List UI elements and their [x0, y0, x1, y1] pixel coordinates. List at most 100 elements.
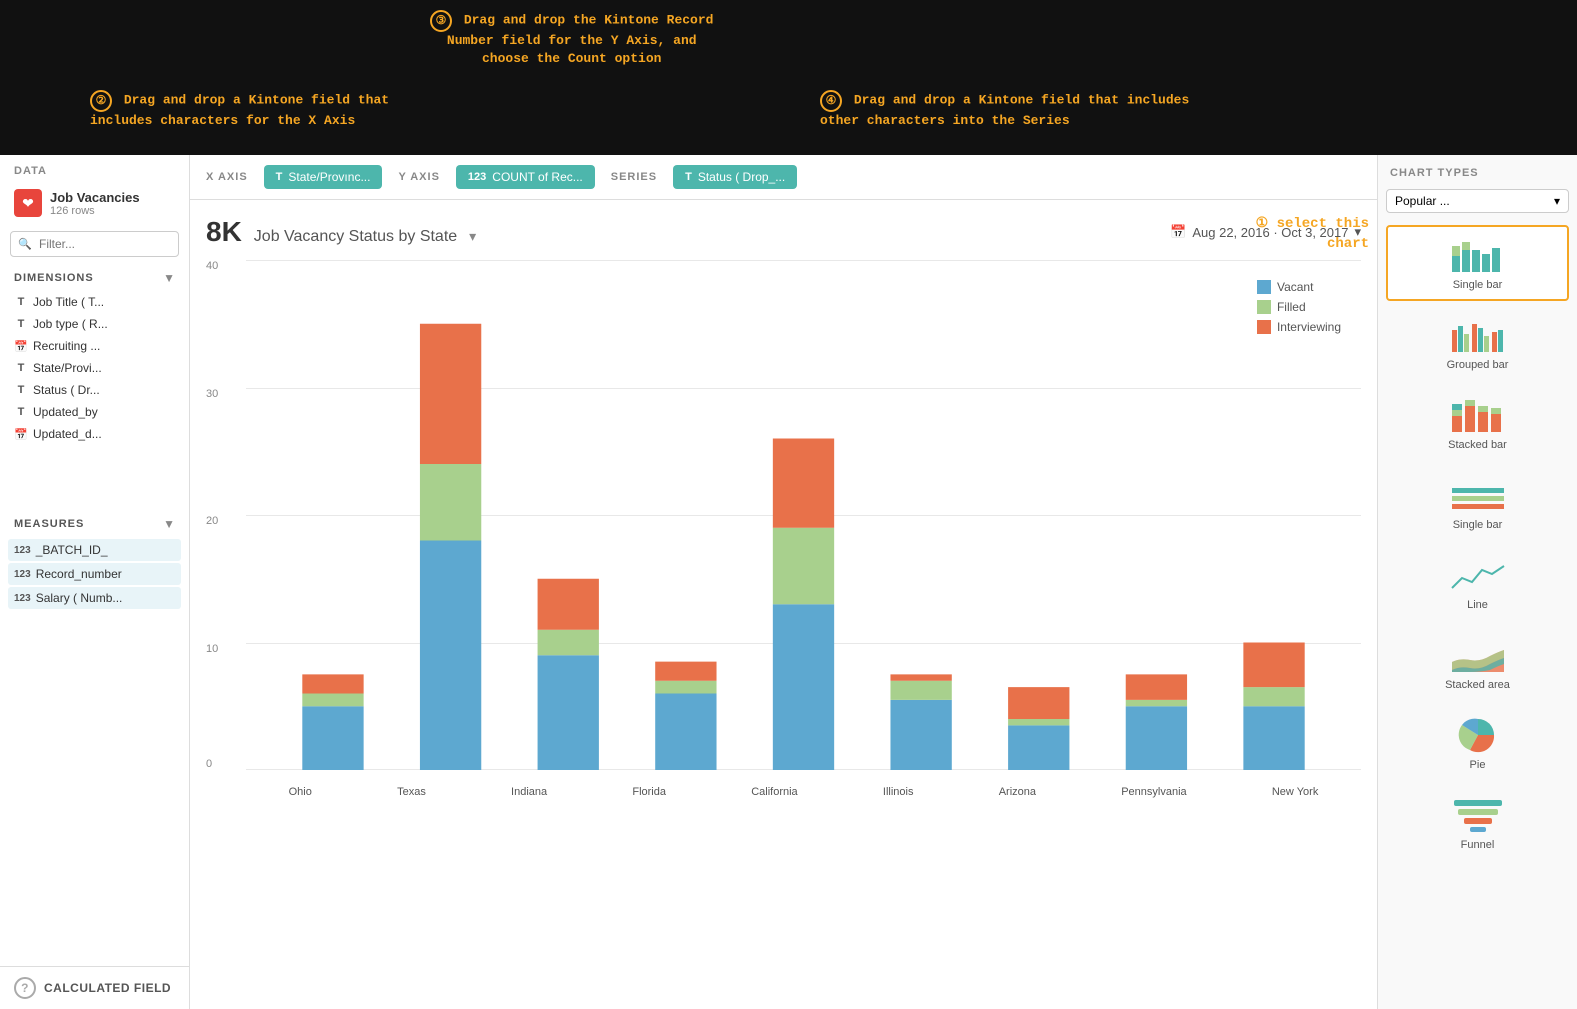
chart-type-filter[interactable]: Popular ... ▾ [1386, 189, 1569, 213]
dimensions-header: DIMENSIONS ▼ [0, 263, 189, 289]
chart-type-single-bar[interactable]: Single bar [1386, 225, 1569, 301]
single-bar2-label: Single bar [1453, 519, 1503, 531]
y-axis-pill[interactable]: 123 COUNT of Rec... [456, 165, 595, 189]
field-job-title[interactable]: T Job Title ( T... [8, 291, 181, 313]
stacked-bar-icon [1450, 395, 1506, 435]
x-axis-value: State/Provınc... [288, 170, 370, 184]
main-content: DATA ❤ Job Vacancies 126 rows DIMENSIONS… [0, 155, 1577, 1009]
measure-record-number[interactable]: 123 Record_number [8, 563, 181, 585]
filter-input[interactable] [10, 231, 179, 257]
field-updated-d[interactable]: 📅 Updated_d... [8, 423, 181, 445]
chart-type-grouped-bar[interactable]: Grouped bar [1386, 305, 1569, 381]
calculated-field-button[interactable]: ? CALCULATED FIELD [0, 966, 189, 1009]
chart-type-single-bar2[interactable]: Single bar [1386, 465, 1569, 541]
y-label-30: 30 [206, 388, 218, 400]
chart-title-dropdown[interactable]: ▾ [469, 228, 476, 245]
x-axis-label: X AXIS [206, 171, 248, 183]
y-axis-icon: 123 [468, 171, 486, 183]
field-status[interactable]: T Status ( Dr... [8, 379, 181, 401]
chart-date[interactable]: 📅 Aug 22, 2016 · Oct 3, 2017 ▾ [1170, 224, 1361, 240]
chart-title-area: 8K Job Vacancy Status by State ▾ [206, 216, 476, 248]
y-label-20: 20 [206, 515, 218, 527]
series-icon: T [685, 171, 692, 183]
date-range: Aug 22, 2016 · Oct 3, 2017 [1192, 225, 1348, 240]
series-pill[interactable]: T Status ( Drop_... [673, 165, 797, 189]
dimensions-toggle[interactable]: ▼ [163, 271, 175, 285]
measure-batch-id[interactable]: 123 _BATCH_ID_ [8, 539, 181, 561]
series-label: SERIES [611, 171, 657, 183]
data-source-info: Job Vacancies 126 rows [50, 190, 140, 217]
calculated-field-label: CALCULATED FIELD [44, 981, 171, 995]
field-label: Status ( Dr... [33, 383, 100, 397]
pie-label: Pie [1470, 759, 1486, 771]
field-label: Updated_d... [33, 427, 102, 441]
field-label: Job type ( R... [33, 317, 108, 331]
legend-label-filled: Filled [1277, 300, 1306, 314]
legend-swatch-interviewing [1257, 320, 1271, 334]
field-icon-t: T [14, 406, 28, 418]
legend-filled: Filled [1257, 300, 1341, 314]
chart-title: Job Vacancy Status by State [254, 228, 457, 246]
x-axis-icon: T [276, 171, 283, 183]
dimensions-list: T Job Title ( T... T Job type ( R... 📅 R… [0, 289, 189, 509]
x-label-indiana: Indiana [511, 786, 547, 798]
measures-list: 123 _BATCH_ID_ 123 Record_number 123 Sal… [0, 535, 189, 613]
annotation-3: ③ Drag and drop the Kintone RecordNumber… [430, 10, 713, 68]
measures-header: MEASURES ▼ [0, 509, 189, 535]
x-label-california: California [751, 786, 797, 798]
bar-chart: 40 30 20 10 0 [206, 260, 1361, 810]
chart-type-line[interactable]: Line [1386, 545, 1569, 621]
grouped-bar-label: Grouped bar [1447, 359, 1509, 371]
field-label: Recruiting ... [33, 339, 100, 353]
date-dropdown[interactable]: ▾ [1354, 224, 1361, 240]
calculated-field-icon: ? [14, 977, 36, 999]
annotation-2-text: Drag and drop a Kintone field thatinclud… [90, 93, 389, 128]
chart-type-funnel[interactable]: Funnel [1386, 785, 1569, 861]
measure-icon: 123 [14, 545, 31, 556]
x-axis-pill[interactable]: T State/Provınc... [264, 165, 383, 189]
stacked-area-label: Stacked area [1445, 679, 1510, 691]
x-label-newyork: New York [1272, 786, 1318, 798]
dimensions-title: DIMENSIONS [14, 272, 94, 284]
annotation-4: ④ Drag and drop a Kintone field that inc… [820, 90, 1189, 130]
legend-swatch-vacant [1257, 280, 1271, 294]
right-panel: CHART TYPES Popular ... ▾ Single bar [1377, 155, 1577, 1009]
field-icon-t: T [14, 384, 28, 396]
data-source-icon: ❤ [14, 189, 42, 217]
x-axis: Ohio Texas Indiana Florida California Il… [246, 774, 1361, 810]
grouped-bar-icon [1450, 315, 1506, 355]
funnel-icon [1450, 795, 1506, 835]
field-state[interactable]: T State/Provi... [8, 357, 181, 379]
field-icon-t: T [14, 362, 28, 374]
data-source[interactable]: ❤ Job Vacancies 126 rows [0, 181, 189, 225]
legend-label-interviewing: Interviewing [1277, 320, 1341, 334]
field-icon-t: T [14, 318, 28, 330]
y-label-0: 0 [206, 758, 212, 770]
field-icon-cal2: 📅 [14, 428, 28, 441]
measure-salary[interactable]: 123 Salary ( Numb... [8, 587, 181, 609]
field-label: Job Title ( T... [33, 295, 104, 309]
chart-type-stacked-area[interactable]: Stacked area [1386, 625, 1569, 701]
x-label-illinois: Illinois [883, 786, 914, 798]
legend-interviewing: Interviewing [1257, 320, 1341, 334]
chart-type-filter-arrow: ▾ [1554, 194, 1560, 208]
pie-icon [1450, 715, 1506, 755]
funnel-label: Funnel [1461, 839, 1495, 851]
chart-types-title: CHART TYPES [1386, 167, 1569, 179]
field-recruiting[interactable]: 📅 Recruiting ... [8, 335, 181, 357]
line-label: Line [1467, 599, 1488, 611]
field-job-type[interactable]: T Job type ( R... [8, 313, 181, 335]
chart-legend: Vacant Filled Interviewing [1257, 280, 1341, 334]
legend-vacant: Vacant [1257, 280, 1341, 294]
chart-type-pie[interactable]: Pie [1386, 705, 1569, 781]
annotation-4-circle: ④ [820, 90, 842, 112]
y-label-10: 10 [206, 643, 218, 655]
chart-type-filter-label: Popular ... [1395, 194, 1450, 208]
line-icon [1450, 555, 1506, 595]
x-label-ohio: Ohio [289, 786, 312, 798]
field-label: Updated_by [33, 405, 98, 419]
field-updated-by[interactable]: T Updated_by [8, 401, 181, 423]
calendar-icon: 📅 [1170, 224, 1186, 240]
chart-type-stacked-bar[interactable]: Stacked bar [1386, 385, 1569, 461]
measures-toggle[interactable]: ▼ [163, 517, 175, 531]
